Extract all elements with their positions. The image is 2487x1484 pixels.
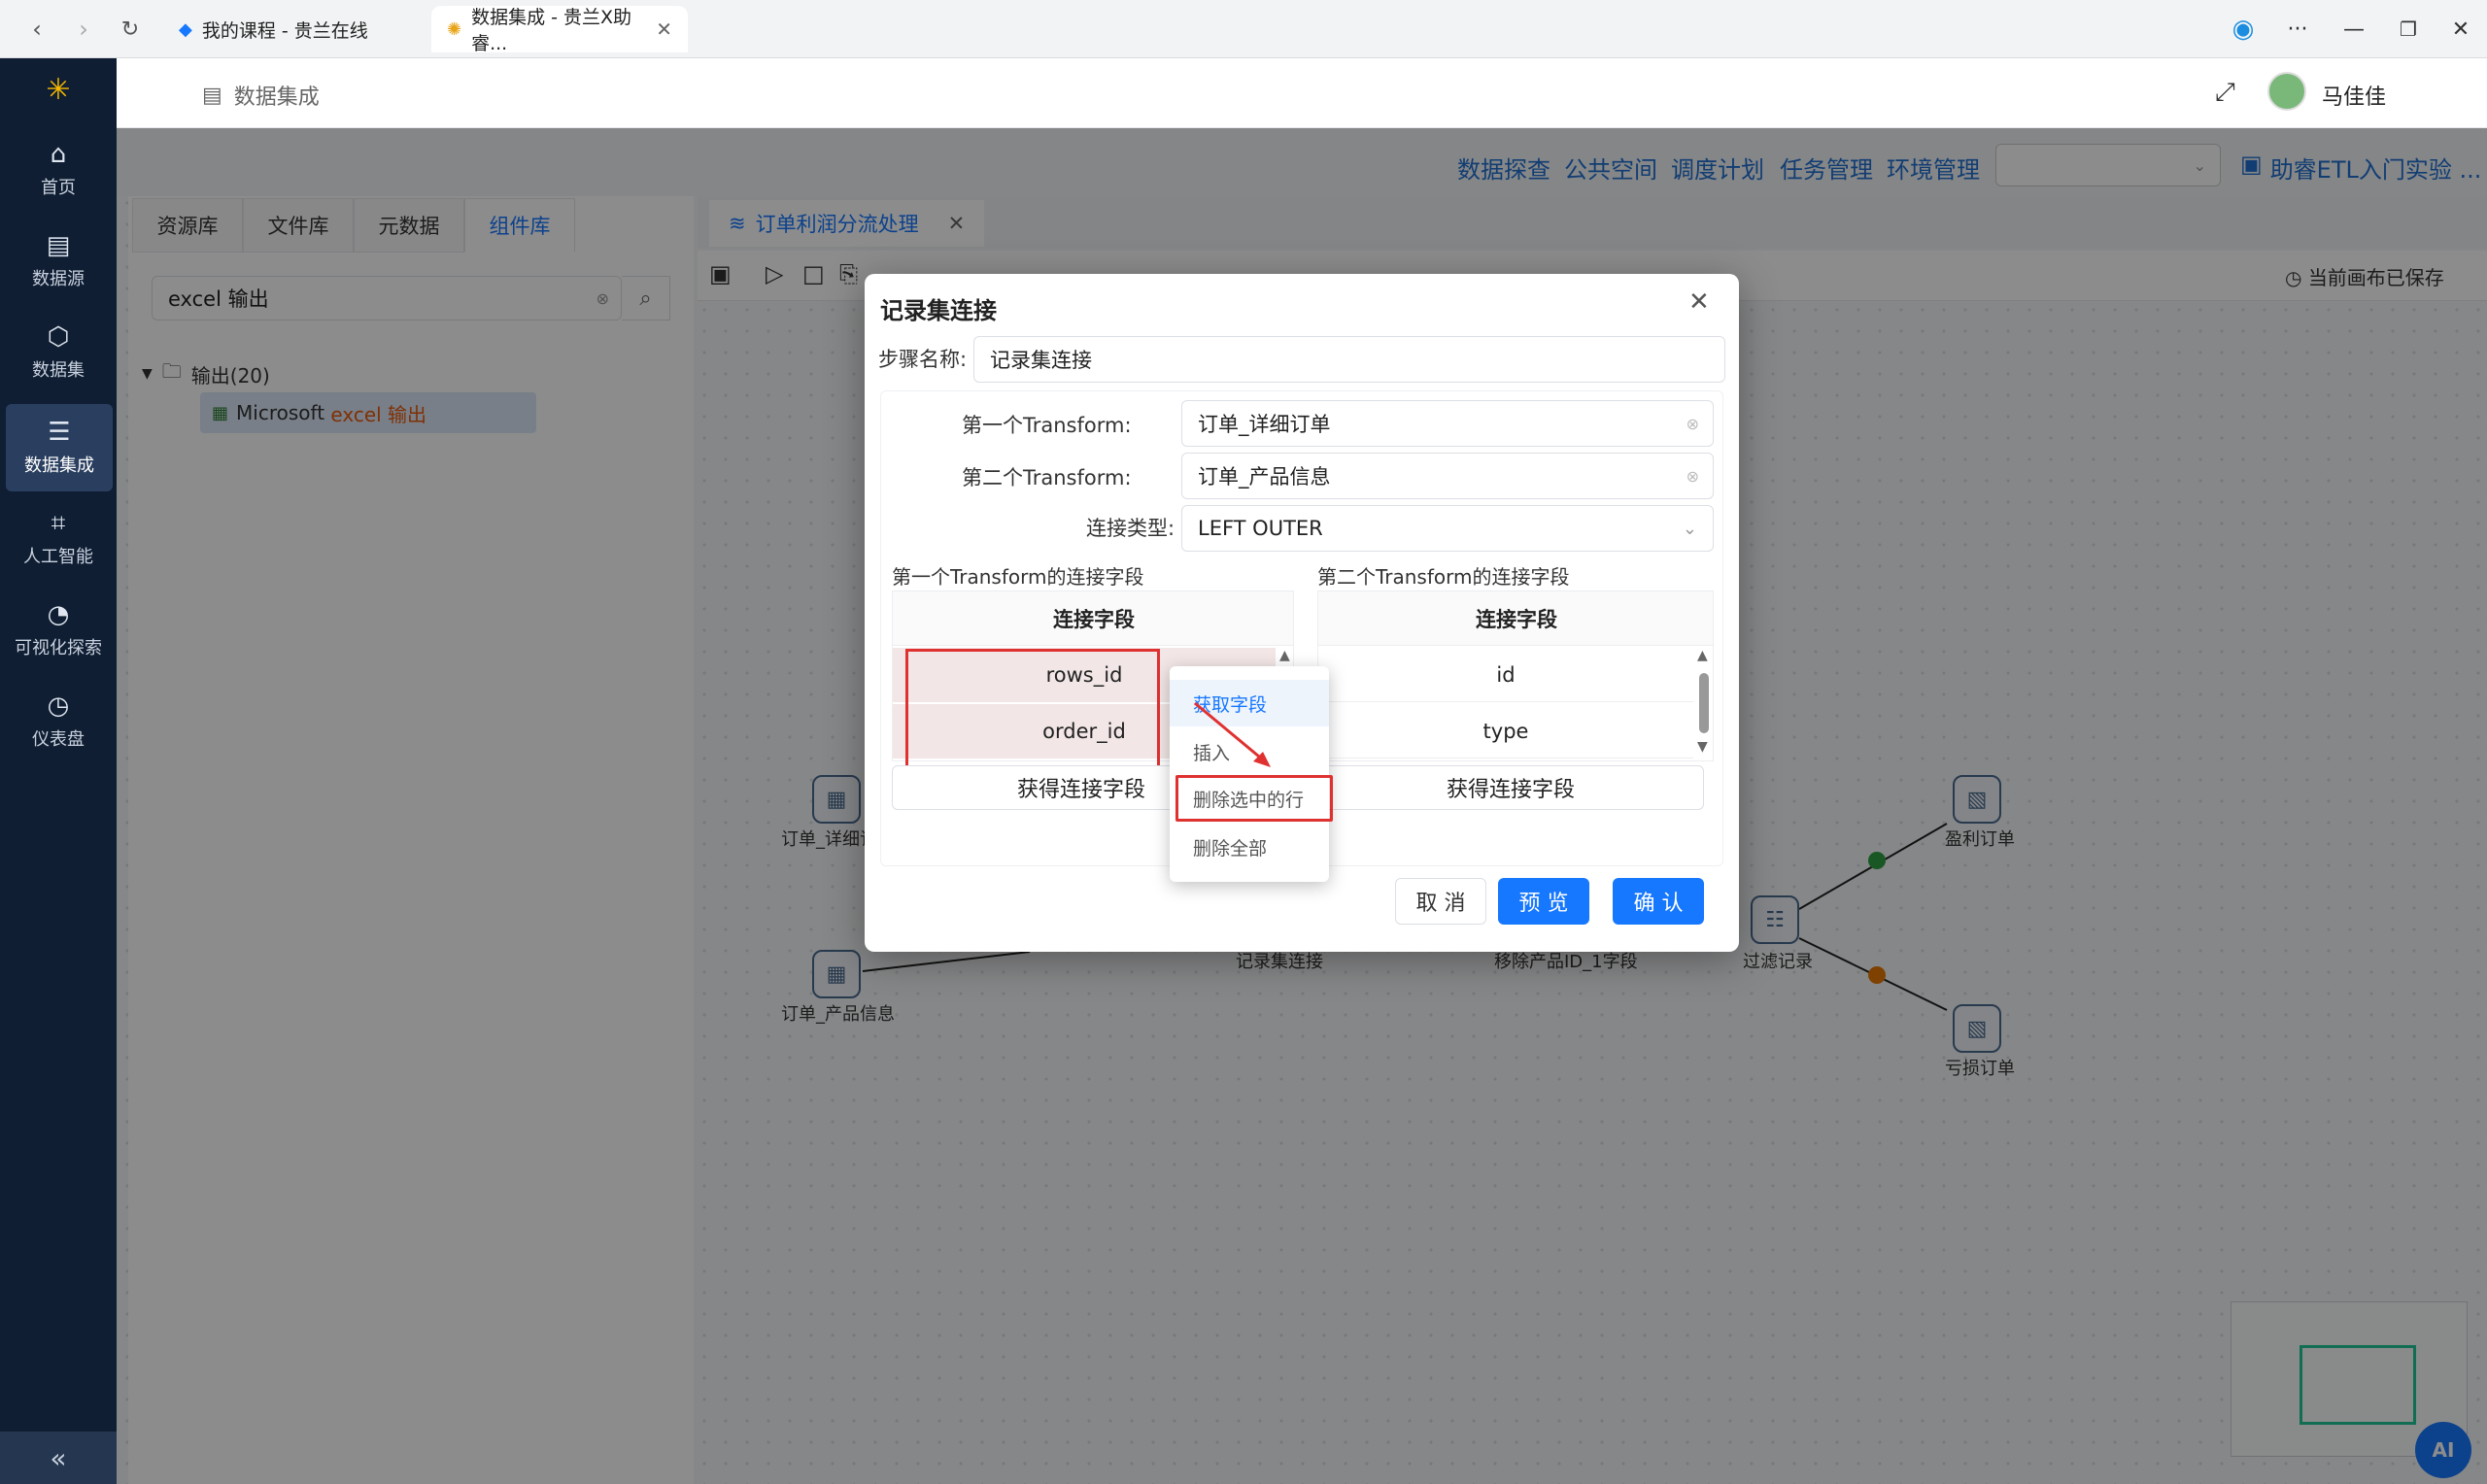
preview-button[interactable]: 预 览 xyxy=(1498,878,1589,925)
scroll-up-icon[interactable]: ▲ xyxy=(1697,648,1708,663)
clear-icon[interactable]: ⊗ xyxy=(1686,415,1699,433)
second-transform-value: 订单_产品信息 xyxy=(1198,465,1331,489)
step-name-value: 记录集连接 xyxy=(990,349,1092,372)
clear-icon[interactable]: ⊗ xyxy=(1686,467,1699,486)
scrollbar-thumb[interactable] xyxy=(1699,673,1709,733)
second-transform-select[interactable]: 订单_产品信息 ⊗ xyxy=(1181,453,1714,499)
first-transform-label: 第一个Transform: xyxy=(962,414,1132,437)
table-header: 连接字段 xyxy=(893,591,1293,646)
join-type-label: 连接类型: xyxy=(1086,517,1175,540)
annotation-arrow xyxy=(1194,701,1271,767)
table-header: 连接字段 xyxy=(1318,591,1713,646)
menu-item-delete-all[interactable]: 删除全部 xyxy=(1170,824,1329,870)
dialog-title: 记录集连接 xyxy=(880,297,997,324)
step-name-input[interactable]: 记录集连接 xyxy=(973,336,1725,383)
join-type-select[interactable]: LEFT OUTER ⌄ xyxy=(1181,505,1714,552)
table-row[interactable]: id xyxy=(1318,648,1693,702)
scroll-down-icon[interactable]: ▼ xyxy=(1697,739,1708,755)
table-row[interactable]: type xyxy=(1318,704,1693,759)
get-right-fields-button[interactable]: 获得连接字段 xyxy=(1317,765,1704,810)
confirm-button[interactable]: 确 认 xyxy=(1613,878,1704,925)
scroll-up-icon[interactable]: ▲ xyxy=(1279,648,1290,663)
right-fields-table: 连接字段 id type sub_type ▲ ▼ xyxy=(1317,590,1714,761)
second-transform-label: 第二个Transform: xyxy=(962,466,1132,489)
delete-selected-highlight xyxy=(1175,775,1333,822)
arrow-line xyxy=(1194,701,1266,763)
chevron-down-icon: ⌄ xyxy=(1682,518,1697,539)
close-icon[interactable]: ✕ xyxy=(1688,287,1710,317)
step-name-label: 步骤名称: xyxy=(878,348,968,371)
first-transform-select[interactable]: 订单_详细订单 ⊗ xyxy=(1181,400,1714,447)
join-type-value: LEFT OUTER xyxy=(1198,517,1323,540)
cancel-button[interactable]: 取 消 xyxy=(1395,878,1486,925)
left-fields-title: 第一个Transform的连接字段 xyxy=(892,565,1144,589)
right-fields-title: 第二个Transform的连接字段 xyxy=(1317,565,1570,589)
first-transform-value: 订单_详细订单 xyxy=(1198,413,1331,436)
table-row[interactable]: sub_type xyxy=(1318,760,1693,761)
